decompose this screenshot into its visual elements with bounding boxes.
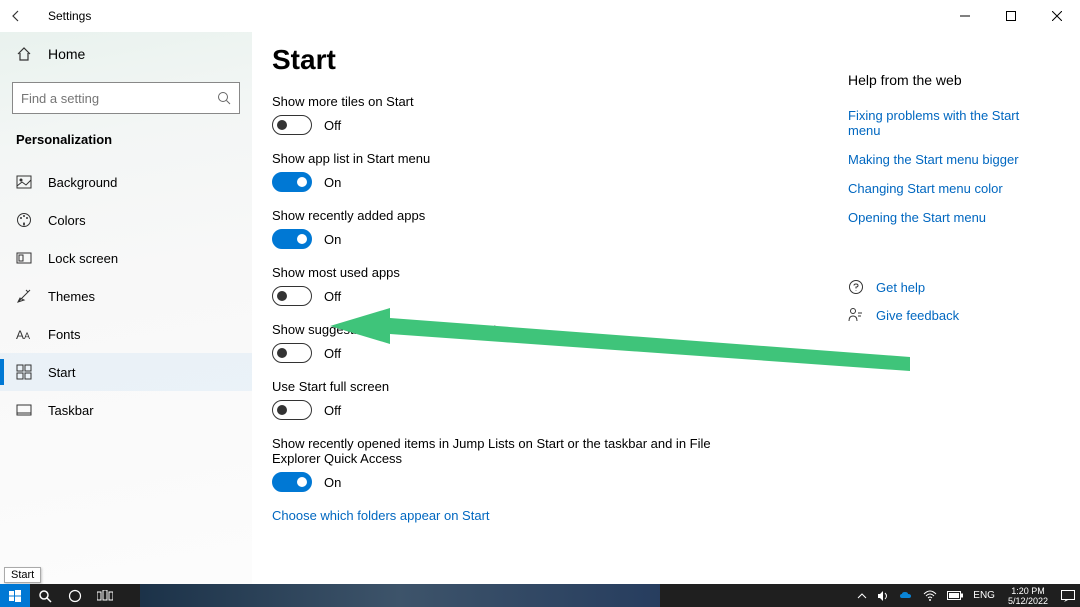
cortana-button[interactable] (60, 584, 90, 607)
help-link[interactable]: Changing Start menu color (848, 181, 1048, 196)
search-box[interactable] (12, 82, 240, 114)
option-label: Show suggestions occasionally in Start (272, 322, 722, 337)
brush-icon (16, 288, 32, 304)
option-6: Show recently opened items in Jump Lists… (272, 436, 722, 492)
sidebar-item-fonts[interactable]: AA Fonts (0, 315, 252, 353)
sidebar-item-label: Start (48, 365, 75, 380)
sidebar-item-label: Lock screen (48, 251, 118, 266)
toggle-switch[interactable] (272, 286, 312, 306)
toggle-switch[interactable] (272, 400, 312, 420)
action-center-button[interactable] (1056, 584, 1080, 607)
option-0: Show more tiles on Start Off (272, 94, 722, 135)
svg-text:A: A (24, 331, 30, 341)
toggle-state: Off (324, 403, 341, 418)
sidebar-item-label: Themes (48, 289, 95, 304)
toggle-switch[interactable] (272, 343, 312, 363)
option-label: Show most used apps (272, 265, 722, 280)
tray-wifi-icon[interactable] (918, 584, 942, 607)
palette-icon (16, 212, 32, 228)
sidebar-item-background[interactable]: Background (0, 163, 252, 201)
toggle-state: Off (324, 346, 341, 361)
task-view-button[interactable] (90, 584, 120, 607)
help-link[interactable]: Making the Start menu bigger (848, 152, 1048, 167)
category-label: Personalization (0, 114, 252, 153)
tray-clock[interactable]: 1:20 PM 5/12/2022 (1000, 584, 1056, 607)
option-2: Show recently added apps On (272, 208, 722, 249)
taskbar: ENG 1:20 PM 5/12/2022 (0, 584, 1080, 607)
option-label: Show recently opened items in Jump Lists… (272, 436, 722, 466)
choose-folders-link[interactable]: Choose which folders appear on Start (272, 508, 1080, 523)
help-link[interactable]: Fixing problems with the Start menu (848, 108, 1048, 138)
start-icon (16, 364, 32, 380)
minimize-button[interactable] (942, 0, 988, 32)
help-heading: Help from the web (848, 72, 1048, 88)
give-feedback-link[interactable]: Give feedback (848, 307, 1048, 323)
svg-text:A: A (16, 328, 24, 342)
option-label: Show app list in Start menu (272, 151, 722, 166)
back-button[interactable] (0, 0, 32, 32)
sidebar-item-label: Colors (48, 213, 86, 228)
sidebar-item-taskbar[interactable]: Taskbar (0, 391, 252, 429)
sidebar-item-label: Background (48, 175, 117, 190)
tray-battery-icon[interactable] (942, 584, 968, 607)
taskbar-icon (16, 402, 32, 418)
home-label: Home (48, 46, 85, 62)
sidebar-item-colors[interactable]: Colors (0, 201, 252, 239)
toggle-switch[interactable] (272, 472, 312, 492)
lock-icon (16, 250, 32, 266)
close-button[interactable] (1034, 0, 1080, 32)
sidebar-item-lock-screen[interactable]: Lock screen (0, 239, 252, 277)
option-5: Use Start full screen Off (272, 379, 722, 420)
start-tooltip: Start (4, 567, 41, 583)
toggle-switch[interactable] (272, 229, 312, 249)
toggle-state: On (324, 232, 341, 247)
toggle-state: On (324, 175, 341, 190)
start-button[interactable] (0, 584, 30, 607)
sidebar-item-themes[interactable]: Themes (0, 277, 252, 315)
help-panel: Help from the web Fixing problems with t… (848, 72, 1048, 323)
home-button[interactable]: Home (0, 32, 252, 76)
sidebar-item-label: Taskbar (48, 403, 94, 418)
sidebar-item-start[interactable]: Start (0, 353, 252, 391)
toggle-state: On (324, 475, 341, 490)
tray-chevron-icon[interactable] (852, 584, 872, 607)
option-label: Show recently added apps (272, 208, 722, 223)
window-title: Settings (48, 9, 91, 23)
help-link[interactable]: Opening the Start menu (848, 210, 1048, 225)
option-1: Show app list in Start menu On (272, 151, 722, 192)
search-icon (217, 91, 231, 105)
maximize-button[interactable] (988, 0, 1034, 32)
toggle-switch[interactable] (272, 115, 312, 135)
tray-language[interactable]: ENG (968, 584, 1000, 607)
option-label: Show more tiles on Start (272, 94, 722, 109)
sidebar: Home Personalization Background Colors Loc… (0, 32, 252, 584)
tray-volume-icon[interactable] (872, 584, 894, 607)
option-3: Show most used apps Off (272, 265, 722, 306)
image-icon (16, 174, 32, 190)
toggle-state: Off (324, 118, 341, 133)
get-help-link[interactable]: Get help (848, 279, 1048, 295)
taskbar-search-button[interactable] (30, 584, 60, 607)
option-label: Use Start full screen (272, 379, 722, 394)
search-input[interactable] (21, 91, 217, 106)
option-4: Show suggestions occasionally in Start Of… (272, 322, 722, 363)
sidebar-item-label: Fonts (48, 327, 81, 342)
toggle-state: Off (324, 289, 341, 304)
taskbar-active-app[interactable] (140, 584, 660, 607)
font-icon: AA (16, 326, 32, 342)
toggle-switch[interactable] (272, 172, 312, 192)
tray-onedrive-icon[interactable] (894, 584, 918, 607)
